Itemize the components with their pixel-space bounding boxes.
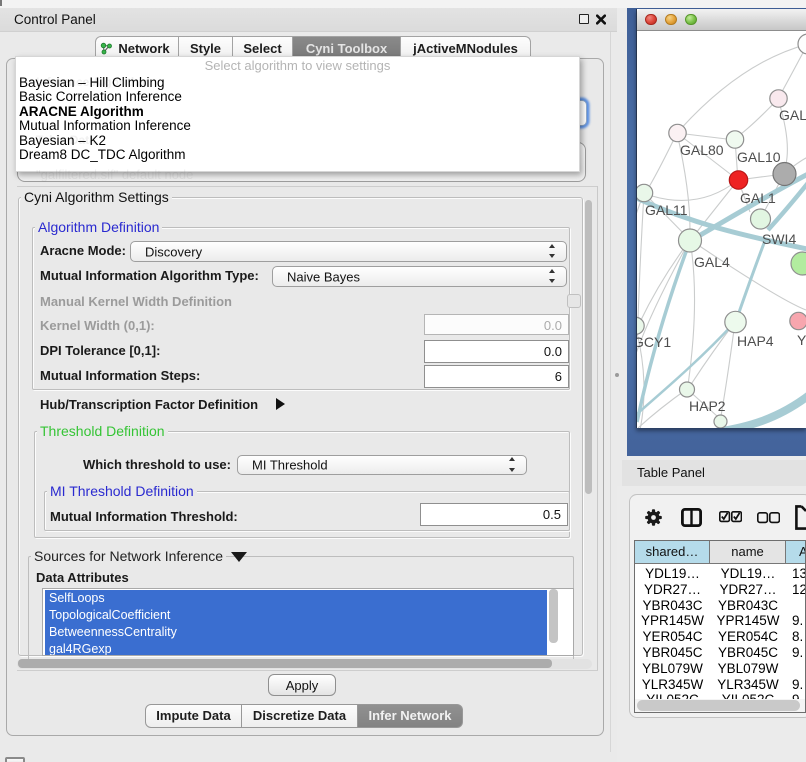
svg-text:GAL11: GAL11 — [645, 202, 688, 218]
svg-text:SWI4: SWI4 — [762, 231, 796, 247]
svg-text:GAL80: GAL80 — [680, 142, 724, 158]
svg-text:HAP2: HAP2 — [689, 398, 726, 414]
svg-text:GAL1: GAL1 — [740, 190, 776, 206]
svg-text:GCY1: GCY1 — [637, 334, 671, 350]
svg-text:GAL4: GAL4 — [694, 254, 730, 270]
svg-text:GAL10: GAL10 — [737, 149, 781, 165]
svg-text:HAP4: HAP4 — [737, 333, 774, 349]
svg-text:Y: Y — [797, 332, 806, 348]
svg-text:GAL7: GAL7 — [779, 107, 806, 123]
